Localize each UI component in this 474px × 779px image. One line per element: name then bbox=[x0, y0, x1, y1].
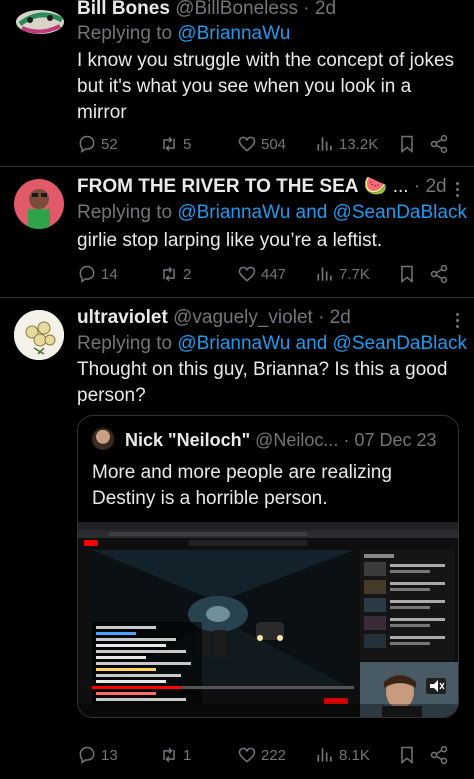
like-count: 222 bbox=[261, 746, 287, 764]
tweet-3[interactable]: ultraviolet @vaguely_violet · 2d Replyin… bbox=[0, 298, 474, 779]
handle[interactable]: @vaguely_violet bbox=[173, 307, 313, 328]
reply-count: 13 bbox=[101, 746, 118, 764]
bookmark-button[interactable] bbox=[397, 744, 417, 766]
share-icon bbox=[430, 264, 448, 284]
tweet-header: FROM THE RIVER TO THE SEA 🍉 ... · 2d bbox=[77, 175, 460, 199]
display-name[interactable]: FROM THE RIVER TO THE SEA bbox=[77, 176, 359, 197]
name-emoji: 🍉 bbox=[363, 176, 388, 197]
bookmark-icon bbox=[401, 265, 413, 284]
share-icon bbox=[430, 745, 448, 765]
quote-header: Nick "Neiloch" @Neiloc... · 07 Dec 23 bbox=[92, 428, 448, 452]
like-icon bbox=[238, 136, 256, 152]
tweet-text: girlie stop larping like you’re a leftis… bbox=[77, 230, 383, 251]
name-ellipsis: ... bbox=[392, 176, 409, 197]
repost-count: 1 bbox=[183, 746, 192, 764]
reply-button[interactable]: 14 bbox=[77, 263, 118, 285]
tweet-2[interactable]: FROM THE RIVER TO THE SEA 🍉 ... · 2d Rep… bbox=[0, 167, 474, 297]
reply-count: 14 bbox=[101, 265, 118, 283]
action-bar: 13 1 222 8.1K bbox=[77, 744, 460, 766]
reply-button[interactable]: 13 bbox=[77, 744, 118, 766]
view-count: 7.7K bbox=[339, 265, 370, 283]
quote-handle: @Neiloc... bbox=[255, 430, 339, 450]
repost-count: 2 bbox=[183, 265, 192, 283]
reply-button[interactable]: 52 bbox=[77, 133, 118, 155]
quoted-tweet[interactable]: Nick "Neiloch" @Neiloc... · 07 Dec 23 Mo… bbox=[77, 415, 459, 718]
quote-media-image[interactable] bbox=[78, 522, 458, 717]
display-name[interactable]: ultraviolet bbox=[77, 307, 168, 328]
replying-to: Replying to @BriannaWu and @SeanDaBlack bbox=[77, 332, 467, 356]
like-icon bbox=[238, 747, 256, 763]
bookmark-icon bbox=[401, 746, 413, 765]
view-count: 13.2K bbox=[339, 135, 379, 153]
quote-display-name: Nick "Neiloch" bbox=[125, 430, 251, 450]
bookmark-button[interactable] bbox=[397, 133, 417, 155]
repost-count: 5 bbox=[183, 135, 192, 153]
views-icon bbox=[317, 267, 332, 281]
views-icon bbox=[317, 748, 332, 762]
repost-button[interactable]: 5 bbox=[159, 133, 191, 155]
view-count: 8.1K bbox=[339, 746, 370, 764]
more-icon[interactable] bbox=[450, 179, 464, 201]
quote-avatar bbox=[92, 428, 114, 450]
replying-to: Replying to @BriannaWu bbox=[77, 22, 460, 46]
replying-label: Replying to bbox=[77, 202, 173, 223]
repost-button[interactable]: 1 bbox=[159, 744, 191, 766]
share-button[interactable] bbox=[429, 744, 449, 766]
repost-icon bbox=[163, 136, 175, 152]
like-button[interactable]: 504 bbox=[237, 133, 286, 155]
bookmark-button[interactable] bbox=[397, 263, 417, 285]
display-name[interactable]: Bill Bones bbox=[77, 0, 170, 19]
timestamp[interactable]: · 2d bbox=[414, 176, 447, 197]
mention-link[interactable]: @BriannaWu and @SeanDaBlack bbox=[177, 333, 467, 354]
views-icon bbox=[317, 137, 332, 151]
like-count: 447 bbox=[261, 265, 287, 283]
mention-link[interactable]: @BriannaWu and @SeanDaBlack bbox=[177, 202, 467, 223]
tweet-header: ultraviolet @vaguely_violet · 2d bbox=[77, 306, 460, 330]
views-button[interactable]: 7.7K bbox=[315, 263, 370, 285]
handle[interactable]: @BillBoneless bbox=[175, 0, 298, 19]
like-button[interactable]: 222 bbox=[237, 744, 286, 766]
bookmark-icon bbox=[401, 135, 413, 154]
like-button[interactable]: 447 bbox=[237, 263, 286, 285]
replying-to: Replying to @BriannaWu and @SeanDaBlack bbox=[77, 201, 467, 225]
avatar[interactable] bbox=[14, 179, 64, 229]
share-button[interactable] bbox=[429, 263, 449, 285]
reply-count: 52 bbox=[101, 135, 118, 153]
views-button[interactable]: 13.2K bbox=[315, 133, 378, 155]
replying-label: Replying to bbox=[77, 333, 173, 354]
tweet-text: I know you struggle with the concept of … bbox=[77, 50, 455, 123]
replying-label: Replying to bbox=[77, 23, 173, 44]
reply-icon bbox=[79, 135, 95, 153]
tweet-text: Thought on this guy, Brianna? Is this a … bbox=[77, 359, 448, 406]
more-icon[interactable] bbox=[450, 310, 464, 332]
avatar[interactable] bbox=[10, 0, 68, 40]
quote-text: More and more people are realizing Desti… bbox=[92, 462, 392, 509]
timestamp[interactable]: · 2d bbox=[303, 0, 336, 19]
tweet-header: Bill Bones @BillBoneless · 2d bbox=[77, 0, 460, 21]
share-button[interactable] bbox=[429, 133, 449, 155]
quote-timestamp: · 07 Dec 23 bbox=[343, 430, 437, 450]
reply-icon bbox=[79, 265, 95, 283]
repost-icon bbox=[163, 747, 175, 763]
action-bar: 52 5 504 13.2K bbox=[77, 133, 460, 155]
views-button[interactable]: 8.1K bbox=[315, 744, 370, 766]
timestamp[interactable]: · 2d bbox=[318, 307, 351, 328]
reply-icon bbox=[79, 746, 95, 764]
tweet-1[interactable]: Bill Bones @BillBoneless · 2d Replying t… bbox=[0, 0, 474, 166]
like-icon bbox=[238, 266, 256, 282]
mention-link[interactable]: @BriannaWu bbox=[177, 23, 290, 44]
repost-icon bbox=[163, 266, 175, 282]
like-count: 504 bbox=[261, 135, 287, 153]
avatar[interactable] bbox=[14, 310, 64, 360]
share-icon bbox=[430, 134, 448, 154]
repost-button[interactable]: 2 bbox=[159, 263, 191, 285]
action-bar: 14 2 447 7.7K bbox=[77, 263, 460, 285]
